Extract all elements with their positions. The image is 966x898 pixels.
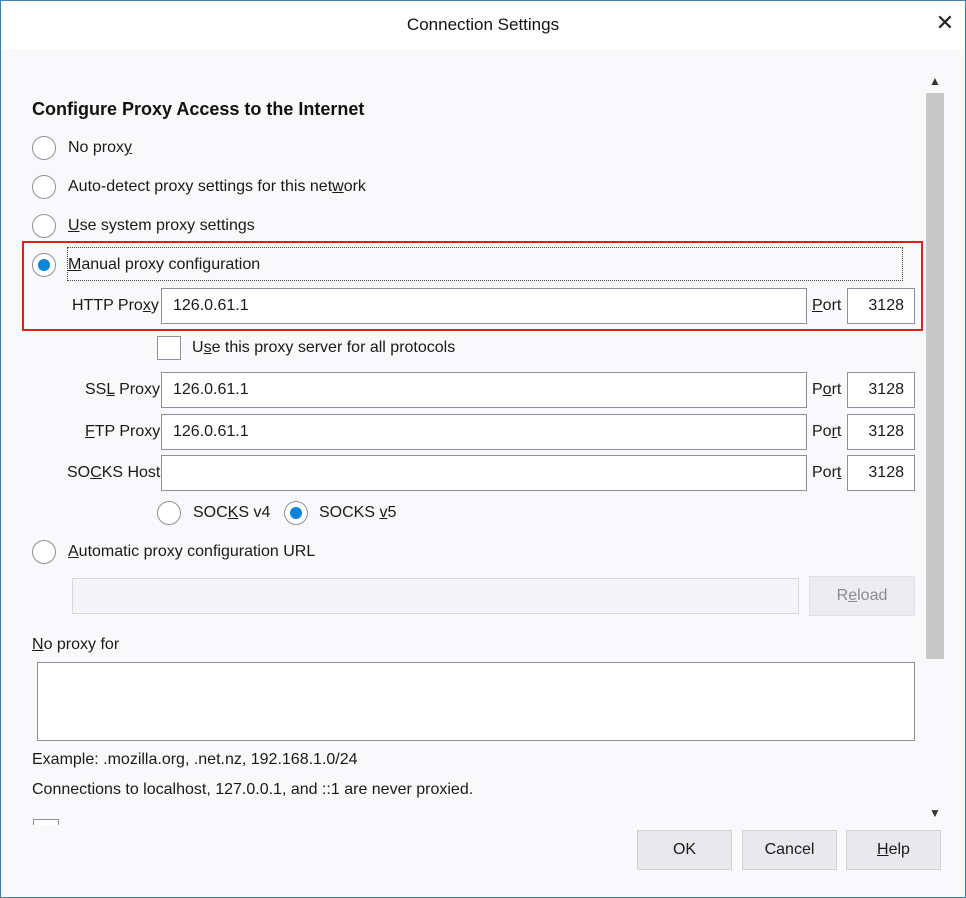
help-button[interactable]: Help [846,830,941,870]
radio-system-proxy[interactable] [32,214,56,238]
close-icon[interactable]: ✕ [925,1,965,45]
scroll-up-icon[interactable]: ▲ [925,71,945,91]
radio-no-proxy[interactable] [32,136,56,160]
radio-auto-config-url[interactable] [32,540,56,564]
radio-auto-detect-label[interactable]: Auto-detect proxy settings for this netw… [68,178,366,196]
ftp-port-label: Port [812,423,842,440]
no-proxy-for-label: No proxy for [32,636,120,653]
socks-host-label: SOCKS Host [67,464,161,481]
auto-config-url-input[interactable] [72,578,799,614]
reload-button[interactable]: Re load [809,576,915,616]
socks-port-input[interactable] [847,455,915,491]
connection-settings-dialog: Connection Settings ✕ ▲ ▼ Configure Prox… [0,0,966,898]
title-bar: Connection Settings ✕ [1,1,965,49]
radio-socks-v4[interactable] [157,501,181,525]
ftp-proxy-input[interactable] [161,414,807,450]
ftp-port-input[interactable] [847,414,915,450]
socks-host-input[interactable] [161,455,807,491]
ssl-port-input[interactable] [847,372,915,408]
scroll-thumb[interactable] [926,93,944,659]
radio-auto-detect[interactable] [32,175,56,199]
ftp-proxy-label: FTP Proxy [85,423,161,440]
ssl-proxy-label: SSL Proxy [85,381,160,398]
share-proxy-checkbox[interactable] [157,336,181,360]
cancel-button[interactable]: Cancel [742,830,837,870]
ssl-port-label: Port [812,381,842,398]
no-proxy-for-textarea[interactable] [37,662,915,741]
http-port-input[interactable] [847,288,915,324]
socks-port-label: Port [812,464,842,481]
vertical-scrollbar[interactable]: ▲ ▼ [925,71,945,823]
example-text: Example: .mozilla.org, .net.nz, 192.168.… [32,751,358,768]
radio-no-proxy-label[interactable]: No proxy [68,139,132,157]
radio-socks-v5-label[interactable]: SOCKS v5 [319,504,396,522]
scroll-down-icon[interactable]: ▼ [925,803,945,823]
radio-auto-config-url-label[interactable]: Automatic proxy configuration URL [68,543,315,561]
http-proxy-input[interactable] [161,288,807,324]
radio-manual-proxy-label[interactable]: Manual proxy configuration [68,256,260,274]
dialog-title: Connection Settings [406,15,560,34]
http-port-label: Port [812,297,842,314]
ok-button[interactable]: OK [637,830,732,870]
share-proxy-label[interactable]: Use this proxy server for all protocols [192,339,455,357]
ssl-proxy-input[interactable] [161,372,807,408]
localhost-note: Connections to localhost, 127.0.0.1, and… [32,781,474,798]
http-proxy-label: HTTP Proxy [72,297,159,314]
section-heading: Configure Proxy Access to the Internet [32,99,365,119]
cut-off-checkbox[interactable] [33,819,59,825]
radio-system-proxy-label[interactable]: Use system proxy settings [68,217,255,235]
radio-socks-v4-label[interactable]: SOCKS v4 [193,504,270,522]
radio-socks-v5[interactable] [284,501,308,525]
radio-manual-proxy[interactable] [32,253,56,277]
